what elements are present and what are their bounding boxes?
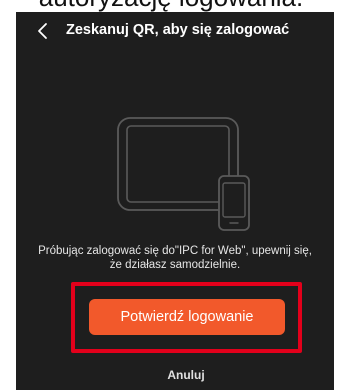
device-illustration <box>117 117 250 231</box>
message-line-2: że działasz samodzielnie. <box>109 258 241 271</box>
partial-top-caption: autoryzację logowania. <box>0 0 342 12</box>
cancel-link[interactable]: Anuluj <box>136 368 236 382</box>
back-button[interactable] <box>30 18 54 44</box>
security-message: Próbując zalogować się do"IPC for Web", … <box>22 245 328 272</box>
chevron-left-icon <box>38 23 47 39</box>
header-bar: Zeskanuj QR, aby się zalogować <box>16 12 334 52</box>
confirm-login-button[interactable]: Potwierdź logowanie <box>89 299 285 335</box>
message-line-1: Próbując zalogować się do"IPC for Web", … <box>38 245 312 257</box>
phone-icon <box>218 175 250 231</box>
page-title: Zeskanuj QR, aby się zalogować <box>66 22 290 38</box>
qr-login-screen: Zeskanuj QR, aby się zalogować Próbując … <box>16 12 334 390</box>
